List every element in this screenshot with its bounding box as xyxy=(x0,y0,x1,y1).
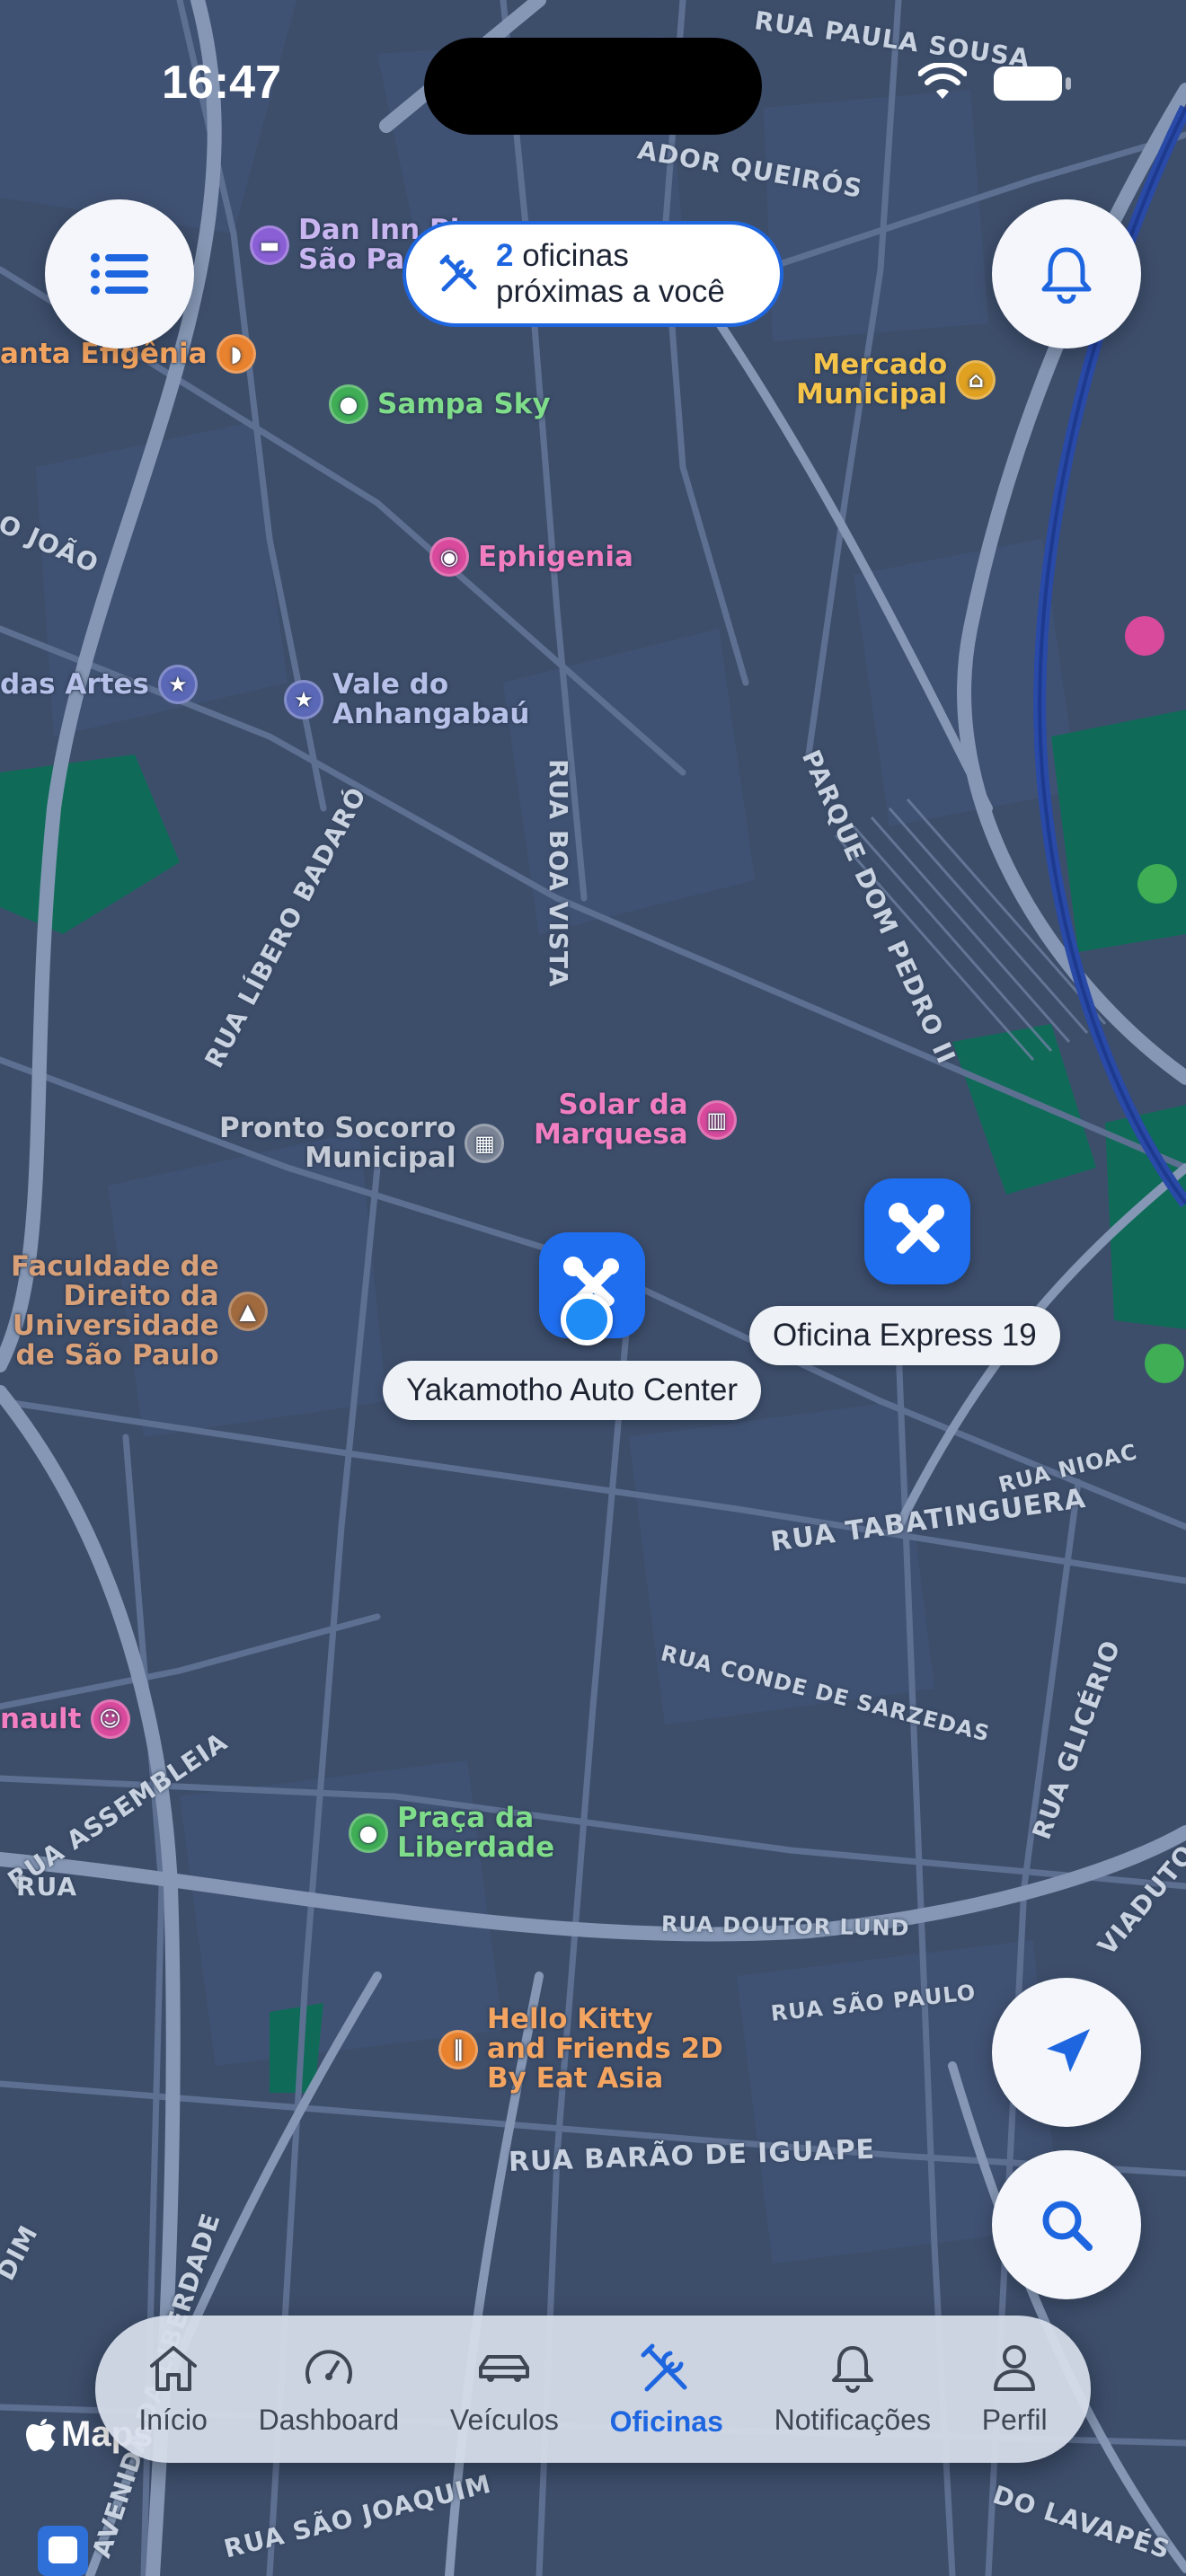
car-icon xyxy=(479,2354,530,2382)
poi-pronto-socorro[interactable]: Pronto Socorro Municipal ▦ xyxy=(219,1114,505,1173)
tab-bar: Início Dashboard Veículos Oficinas Notif… xyxy=(95,2316,1091,2463)
tools-icon xyxy=(641,2343,687,2391)
hotel-icon: ▬ xyxy=(250,225,289,265)
poi-solar-da-marquesa[interactable]: Solar da Marquesa ▥ xyxy=(534,1090,737,1150)
museum-icon: ▥ xyxy=(696,1100,737,1140)
restaurant-icon: ‖ xyxy=(438,2029,478,2069)
poi-faculdade-direito[interactable]: Faculdade de Direito da Universidade de São… xyxy=(11,1252,268,1371)
street-label: RUA xyxy=(16,1872,78,1901)
status-time: 16:47 xyxy=(162,57,281,109)
tab-veiculos[interactable]: Veículos xyxy=(450,2342,559,2437)
workshop-label-express-19[interactable]: Oficina Express 19 xyxy=(749,1306,1060,1365)
poi-sampa-sky[interactable]: ● Sampa Sky xyxy=(329,384,551,424)
poi-hello-kitty[interactable]: ‖ Hello Kitty and Friends 2D By Eat Asia xyxy=(438,2005,723,2094)
star-icon: ★ xyxy=(284,680,323,719)
user-location-dot xyxy=(561,1293,613,1345)
notifications-button[interactable] xyxy=(992,199,1141,348)
park-icon: ● xyxy=(349,1813,388,1853)
poi-renault[interactable]: nault ☺ xyxy=(0,1699,130,1739)
binoculars-icon: ● xyxy=(329,384,368,424)
tree-icon[interactable] xyxy=(1137,864,1177,904)
search-button[interactable] xyxy=(992,2150,1141,2299)
workshop-label-yakamotho[interactable]: Yakamotho Auto Center xyxy=(383,1361,762,1420)
dynamic-island xyxy=(424,38,762,135)
poi-ephigenia[interactable]: ◉ Ephigenia xyxy=(429,537,633,577)
workshop-count: 2 xyxy=(496,238,514,273)
bell-icon xyxy=(831,2345,873,2393)
poi-mercado-municipal[interactable]: Mercado Municipal ⌂ xyxy=(796,350,996,410)
graduation-cap-icon: ▲ xyxy=(227,1292,268,1331)
person-icon xyxy=(994,2344,1036,2391)
bell-icon xyxy=(1041,247,1092,304)
tools-icon xyxy=(439,254,477,292)
poi-das-artes[interactable]: das Artes ★ xyxy=(0,665,198,704)
battery-icon xyxy=(994,66,1062,101)
star-icon: ★ xyxy=(157,665,198,704)
search-icon xyxy=(1042,2201,1093,2251)
workshop-marker-express-19[interactable] xyxy=(864,1178,970,1284)
battery-cap xyxy=(1066,77,1071,90)
street-label: RUA BOA VISTA xyxy=(544,759,573,988)
tab-inicio[interactable]: Início xyxy=(138,2342,208,2437)
tools-icon xyxy=(889,1203,944,1254)
house-icon xyxy=(149,2345,197,2391)
street-label: RUA DOUTOR LUND xyxy=(660,1911,910,1941)
location-arrow-icon xyxy=(1047,2029,1090,2072)
list-icon xyxy=(91,253,148,295)
building-icon: ▦ xyxy=(465,1124,505,1163)
wifi-icon xyxy=(917,61,968,107)
shop-icon: ◉ xyxy=(429,537,469,577)
speedometer-icon xyxy=(305,2349,352,2384)
apple-logo-icon xyxy=(26,2418,56,2451)
menu-button[interactable] xyxy=(45,199,194,348)
tab-notificacoes[interactable]: Notificações xyxy=(774,2342,931,2437)
poi-vale-do-anhangabau[interactable]: ★ Vale do Anhangabaú xyxy=(284,670,529,729)
theater-icon: ☺ xyxy=(90,1699,130,1739)
locate-me-button[interactable] xyxy=(992,1978,1141,2127)
museum-icon[interactable] xyxy=(1125,616,1164,656)
basket-icon: ⌂ xyxy=(956,360,996,400)
tab-dashboard[interactable]: Dashboard xyxy=(259,2342,399,2437)
tree-icon[interactable] xyxy=(1145,1344,1184,1383)
tab-oficinas[interactable]: Oficinas xyxy=(610,2341,723,2439)
bakery-icon: ◗ xyxy=(216,334,256,374)
tab-perfil[interactable]: Perfil xyxy=(982,2342,1048,2437)
poi-praca-da-liberdade[interactable]: ● Praça da Liberdade xyxy=(349,1804,554,1863)
nearby-workshops-banner[interactable]: 2 oficinas próximas a você xyxy=(403,221,783,327)
